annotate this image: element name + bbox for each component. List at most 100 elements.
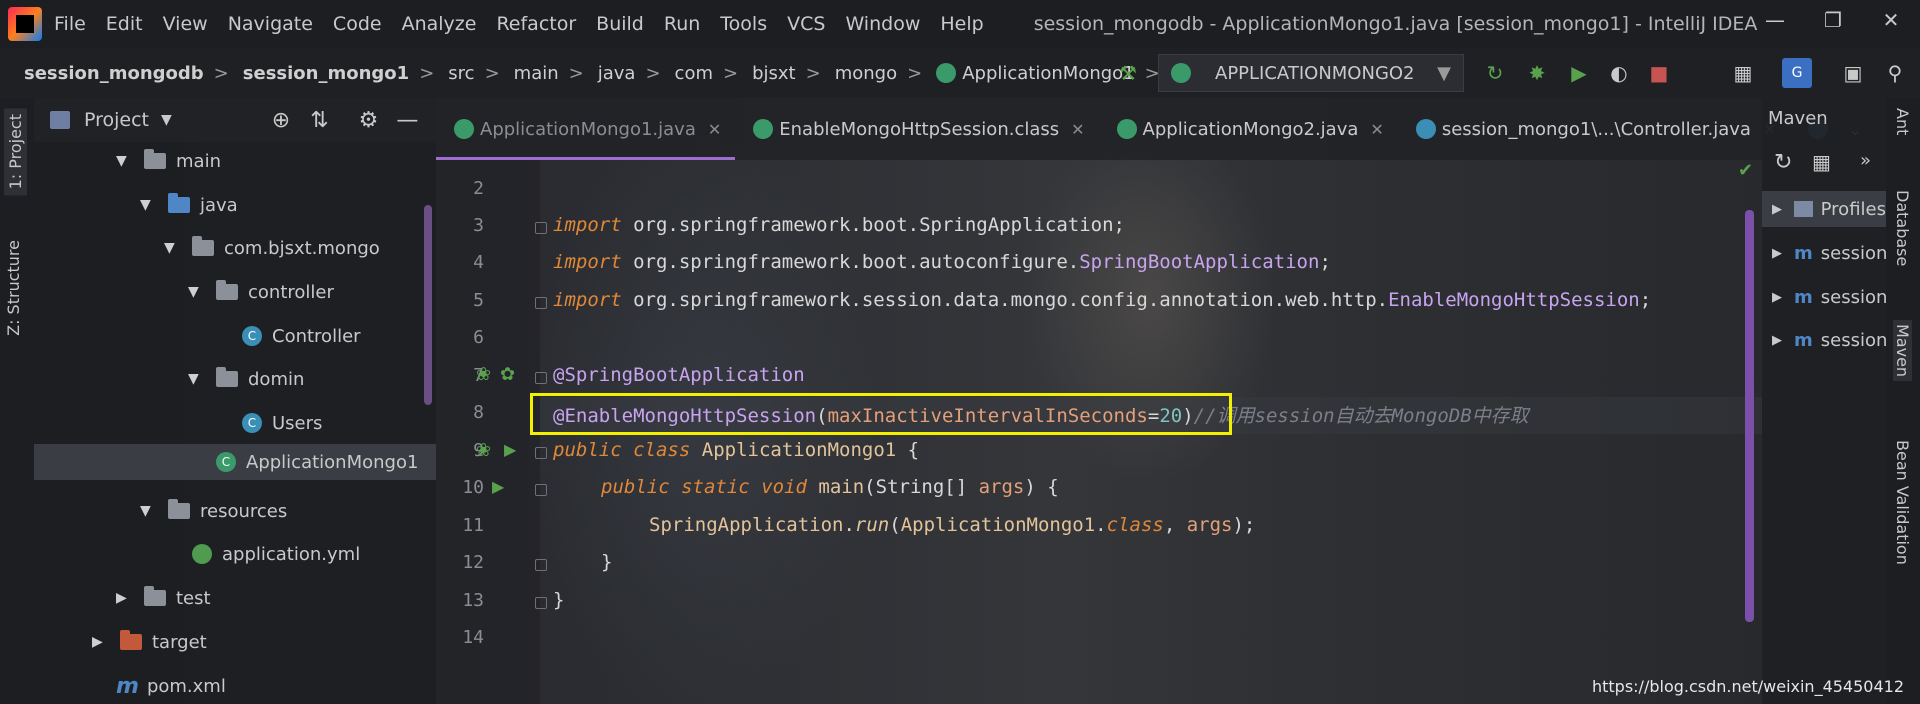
tool-tab-project[interactable]: 1: Project (4, 108, 27, 196)
reload-icon[interactable]: ↻ (1774, 150, 1792, 175)
menu-run[interactable]: Run (664, 13, 700, 35)
breadcrumb-item[interactable]: session_mongodb (24, 63, 204, 84)
close-icon[interactable]: ✕ (1862, 0, 1920, 40)
presentation-icon[interactable]: ▣ (1838, 58, 1868, 88)
fold-marker-icon[interactable] (535, 447, 547, 459)
menu-analyze[interactable]: Analyze (402, 13, 477, 35)
menu-tools[interactable]: Tools (720, 13, 767, 35)
breadcrumb-item[interactable]: bjsxt (752, 63, 796, 84)
breadcrumb-item[interactable]: main (514, 63, 559, 84)
breadcrumb-item[interactable]: mongo (835, 63, 897, 84)
rerun-icon[interactable]: ↻ (1480, 58, 1510, 88)
tree-node-java[interactable]: ▼ java (140, 187, 238, 223)
code-line-7[interactable]: @SpringBootApplication (553, 364, 805, 386)
close-tab-icon[interactable]: ✕ (1370, 120, 1383, 139)
fold-marker-icon[interactable] (535, 559, 547, 571)
tree-node-pom-xml[interactable]: m pom.xml (116, 668, 226, 704)
breadcrumb-item[interactable]: java (598, 63, 636, 84)
fold-marker-icon[interactable] (535, 222, 547, 234)
editor-scrollbar[interactable] (1745, 210, 1754, 622)
breadcrumb-item[interactable]: src (448, 63, 474, 84)
spring-class-icon (454, 119, 474, 139)
collapse-all-icon[interactable]: ⇅ (310, 108, 328, 133)
build-hammer-icon[interactable]: ⚒ (1113, 58, 1143, 88)
maven-item-profiles[interactable]: ▶ Profiles (1762, 191, 1886, 227)
run-configuration-select[interactable]: APPLICATIONMONGO2 ▼ (1158, 54, 1464, 92)
project-scrollbar[interactable] (424, 205, 432, 405)
tab-enablemongohttpsession[interactable]: EnableMongoHttpSession.class ✕ (735, 98, 1098, 160)
menu-refactor[interactable]: Refactor (496, 13, 576, 35)
tree-node-main[interactable]: ▼ main (116, 143, 221, 179)
search-icon[interactable]: ⚲ (1880, 58, 1910, 88)
breadcrumb-item[interactable]: ApplicationMongo1 (962, 63, 1134, 84)
fold-marker-icon[interactable] (535, 372, 547, 384)
tab-applicationmongo2[interactable]: ApplicationMongo2.java ✕ (1099, 98, 1398, 160)
tree-node-test[interactable]: ▶ test (116, 580, 211, 616)
tool-tab-maven[interactable]: Maven (1893, 320, 1912, 382)
menu-view[interactable]: View (163, 13, 208, 35)
spring-bean-icon[interactable]: ❀ (476, 440, 491, 461)
hide-panel-icon[interactable]: — (396, 108, 418, 133)
more-chevron-icon[interactable]: » (1860, 150, 1871, 171)
tool-tab-bean-validation[interactable]: Bean Validation (1893, 440, 1912, 565)
profile-icon[interactable]: ◐ (1604, 58, 1634, 88)
minimize-icon[interactable]: — (1746, 0, 1804, 40)
code-line-13[interactable]: } (553, 589, 564, 611)
tab-applicationmongo1[interactable]: ApplicationMongo1.java ✕ (436, 98, 736, 160)
translate-icon[interactable]: G (1782, 58, 1812, 88)
tab-controller[interactable]: session_mongo1\...\Controller.java✕ (1398, 98, 1791, 160)
tree-node-controller[interactable]: ▼ controller (188, 274, 334, 310)
menu-file[interactable]: File (54, 13, 86, 35)
reimport-folder-icon[interactable]: ▦ (1812, 150, 1831, 174)
fold-marker-icon[interactable] (535, 297, 547, 309)
maven-item-project[interactable]: ▶ m session_ (1762, 235, 1886, 271)
maven-item-project[interactable]: ▶ m session_ (1762, 279, 1886, 315)
code-line-12[interactable]: } (601, 551, 612, 573)
breadcrumb-item[interactable]: session_mongo1 (243, 63, 409, 84)
tree-node-target[interactable]: ▶ target (92, 624, 207, 660)
debug-bug-icon[interactable]: ✸ (1522, 58, 1552, 88)
maven-item-project[interactable]: ▶ m session_ (1762, 322, 1886, 358)
fold-marker-icon[interactable] (535, 484, 547, 496)
menu-code[interactable]: Code (333, 13, 382, 35)
tree-node-domin[interactable]: ▼ domin (188, 361, 304, 397)
project-structure-icon[interactable]: ▦ (1728, 58, 1758, 88)
chevron-down-icon[interactable]: ▼ (161, 112, 172, 128)
menu-edit[interactable]: Edit (106, 13, 143, 35)
code-line-9[interactable]: public class ApplicationMongo1 { (553, 439, 919, 461)
inspection-ok-icon[interactable]: ✔ (1738, 160, 1753, 181)
tool-tab-ant[interactable]: Ant (1893, 108, 1912, 135)
code-line-5[interactable]: import org.springframework.session.data.… (553, 289, 1651, 311)
run-coverage-icon[interactable]: ▶ (1564, 58, 1594, 88)
tree-node-package[interactable]: ▼ com.bjsxt.mongo (164, 230, 380, 266)
code-line-11[interactable]: SpringApplication.run(ApplicationMongo1.… (649, 514, 1255, 536)
menu-window[interactable]: Window (845, 13, 920, 35)
project-panel-title[interactable]: Project (84, 109, 149, 131)
tree-node-users-class[interactable]: C Users (242, 405, 322, 441)
tree-node-applicationmongo1[interactable]: C ApplicationMongo1 (34, 444, 436, 480)
close-tab-icon[interactable]: ✕ (708, 120, 721, 139)
spring-leaf-icon[interactable]: ✿ (500, 364, 515, 385)
menu-help[interactable]: Help (940, 13, 983, 35)
close-tab-icon[interactable]: ✕ (1071, 120, 1084, 139)
spring-bean-icon[interactable]: ❀ (476, 364, 491, 385)
run-gutter-icon[interactable]: ▶ (504, 440, 516, 459)
stop-icon[interactable]: ■ (1644, 58, 1674, 88)
breadcrumb-item[interactable]: com (675, 63, 713, 84)
gear-icon[interactable]: ⚙ (359, 108, 379, 133)
tool-tab-database[interactable]: Database (1893, 190, 1912, 266)
locate-target-icon[interactable]: ⊕ (272, 108, 290, 133)
run-gutter-icon[interactable]: ▶ (492, 477, 504, 496)
tree-node-controller-class[interactable]: C Controller (242, 318, 361, 354)
menu-build[interactable]: Build (596, 13, 644, 35)
menu-navigate[interactable]: Navigate (228, 13, 313, 35)
code-line-4[interactable]: import org.springframework.boot.autoconf… (553, 251, 1331, 273)
menu-vcs[interactable]: VCS (787, 13, 825, 35)
fold-marker-icon[interactable] (535, 597, 547, 609)
code-line-10[interactable]: public static void main(String[] args) { (601, 476, 1059, 498)
tree-node-application-yml[interactable]: application.yml (192, 536, 360, 572)
tree-node-resources[interactable]: ▼ resources (140, 493, 287, 529)
code-line-3[interactable]: import org.springframework.boot.SpringAp… (553, 214, 1125, 236)
tool-tab-structure[interactable]: Z: Structure (4, 240, 23, 336)
restore-icon[interactable]: ❐ (1804, 0, 1862, 40)
